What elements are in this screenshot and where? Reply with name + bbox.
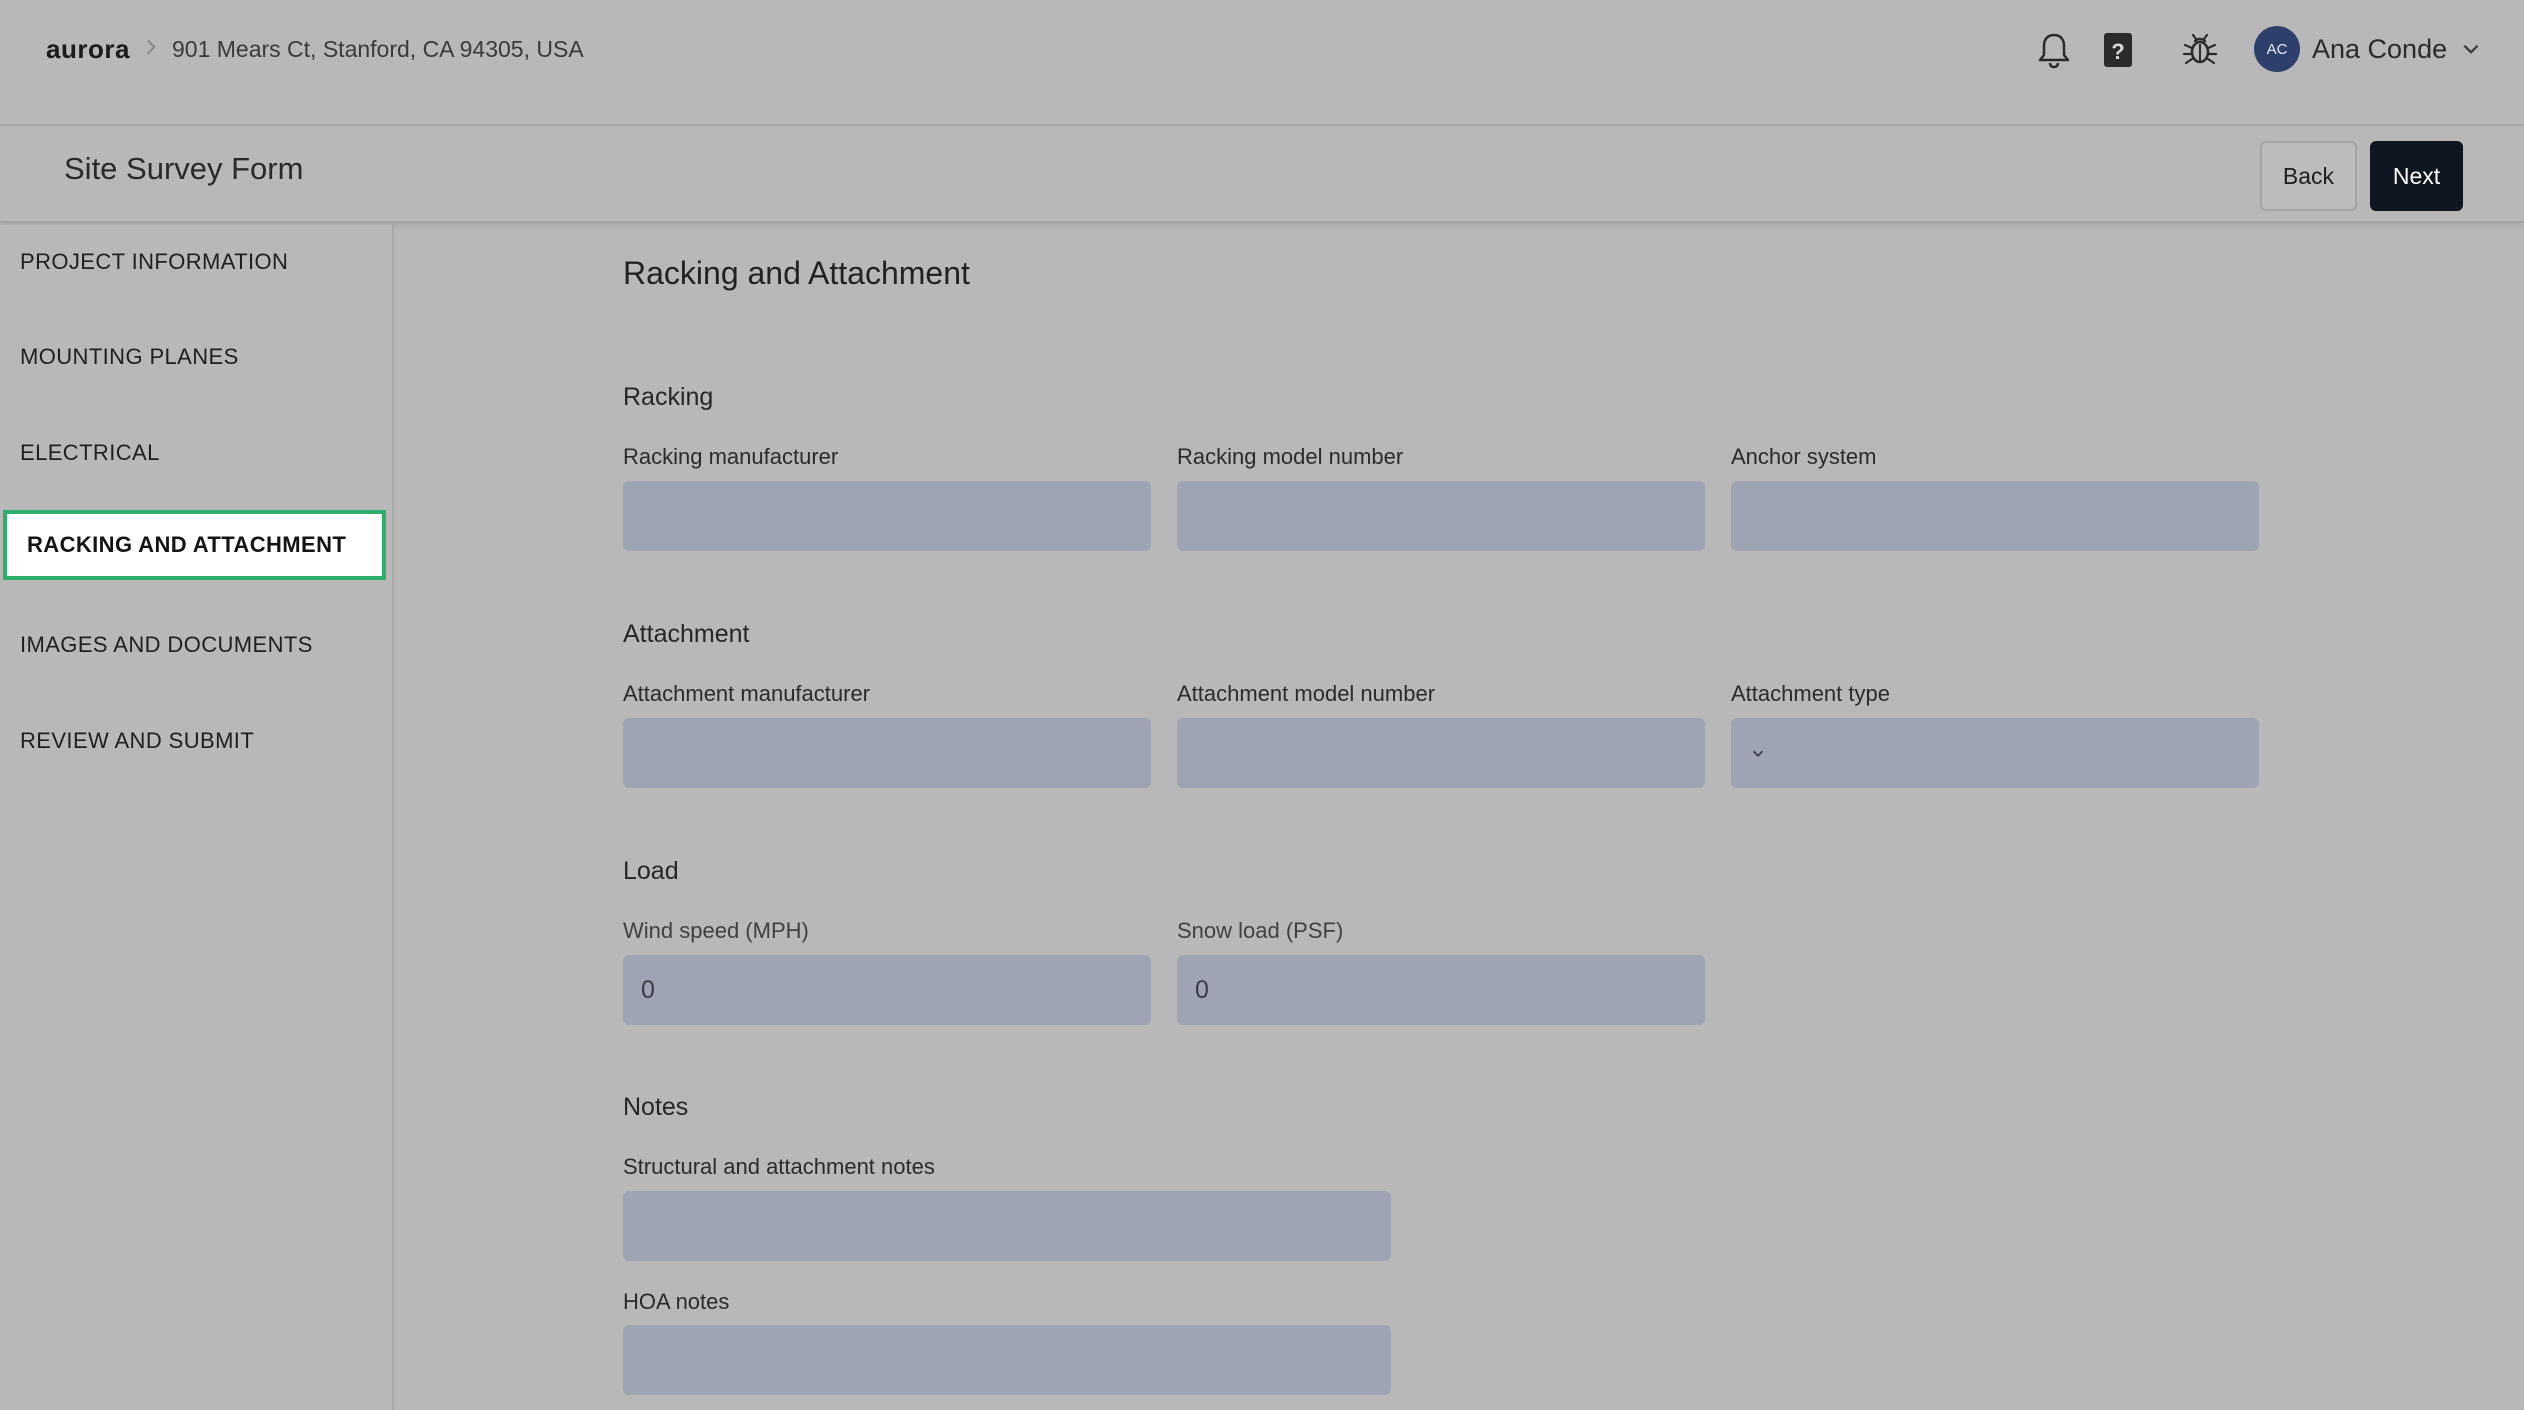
snow-load-label: Snow load (PSF) bbox=[1177, 918, 1344, 943]
racking-heading: Racking bbox=[623, 383, 714, 411]
sidebar-item-mounting-planes[interactable]: MOUNTING PLANES bbox=[0, 322, 394, 392]
structural-notes-label: Structural and attachment notes bbox=[623, 1154, 935, 1179]
attachment-manufacturer-label: Attachment manufacturer bbox=[623, 681, 871, 706]
attachment-type-select[interactable] bbox=[1731, 718, 2259, 788]
attachment-heading: Attachment bbox=[623, 620, 750, 648]
notes-heading: Notes bbox=[623, 1093, 689, 1121]
sidebar-item-review-and-submit[interactable]: REVIEW AND SUBMIT bbox=[0, 706, 394, 776]
load-heading: Load bbox=[623, 857, 679, 885]
attachment-model-number-input[interactable] bbox=[1177, 718, 1705, 788]
chevron-right-icon bbox=[146, 39, 156, 55]
anchor-system-label: Anchor system bbox=[1731, 444, 1877, 469]
top-bar: aurora 901 Mears Ct, Stanford, CA 94305,… bbox=[0, 0, 2524, 126]
structural-notes-input[interactable] bbox=[623, 1191, 1391, 1261]
wind-speed-input[interactable]: 0 bbox=[623, 955, 1151, 1025]
wind-speed-label: Wind speed (MPH) bbox=[623, 918, 809, 943]
back-button[interactable]: Back bbox=[2260, 141, 2357, 211]
racking-manufacturer-label: Racking manufacturer bbox=[623, 444, 839, 469]
svg-text:?: ? bbox=[2111, 39, 2124, 64]
help-book-icon[interactable]: ? bbox=[2096, 28, 2140, 72]
main-content: Racking and Attachment Racking Racking m… bbox=[396, 225, 2524, 1410]
sidebar-item-images-and-documents[interactable]: IMAGES AND DOCUMENTS bbox=[0, 610, 394, 680]
anchor-system-input[interactable] bbox=[1731, 481, 2259, 551]
hoa-notes-label: HOA notes bbox=[623, 1289, 730, 1314]
sidebar-nav: PROJECT INFORMATION MOUNTING PLANES ELEC… bbox=[0, 225, 394, 1410]
sidebar-item-project-information[interactable]: PROJECT INFORMATION bbox=[0, 227, 394, 297]
page-title: Site Survey Form bbox=[64, 151, 304, 186]
racking-model-number-label: Racking model number bbox=[1177, 444, 1404, 469]
attachment-manufacturer-input[interactable] bbox=[623, 718, 1151, 788]
sidebar-item-racking-and-attachment[interactable]: RACKING AND ATTACHMENT bbox=[3, 510, 386, 580]
attachment-model-number-label: Attachment model number bbox=[1177, 681, 1436, 706]
chevron-down-icon[interactable] bbox=[2460, 38, 2482, 60]
notifications-bell-icon[interactable] bbox=[2032, 28, 2076, 72]
attachment-type-label: Attachment type bbox=[1731, 681, 1890, 706]
chevron-down-icon bbox=[1752, 750, 1764, 757]
racking-manufacturer-input[interactable] bbox=[623, 481, 1151, 551]
aurora-logo[interactable]: aurora bbox=[46, 34, 130, 65]
bug-report-icon[interactable] bbox=[2178, 28, 2222, 72]
breadcrumb-address[interactable]: 901 Mears Ct, Stanford, CA 94305, USA bbox=[172, 36, 584, 63]
avatar[interactable]: AC bbox=[2254, 26, 2300, 72]
hoa-notes-input[interactable] bbox=[623, 1325, 1391, 1395]
sidebar-item-electrical[interactable]: ELECTRICAL bbox=[0, 418, 394, 488]
section-title: Racking and Attachment bbox=[623, 255, 970, 291]
next-button[interactable]: Next bbox=[2370, 141, 2463, 211]
user-name[interactable]: Ana Conde bbox=[2312, 34, 2447, 65]
racking-model-number-input[interactable] bbox=[1177, 481, 1705, 551]
form-header: Site Survey Form Back Next bbox=[0, 127, 2524, 223]
snow-load-input[interactable]: 0 bbox=[1177, 955, 1705, 1025]
